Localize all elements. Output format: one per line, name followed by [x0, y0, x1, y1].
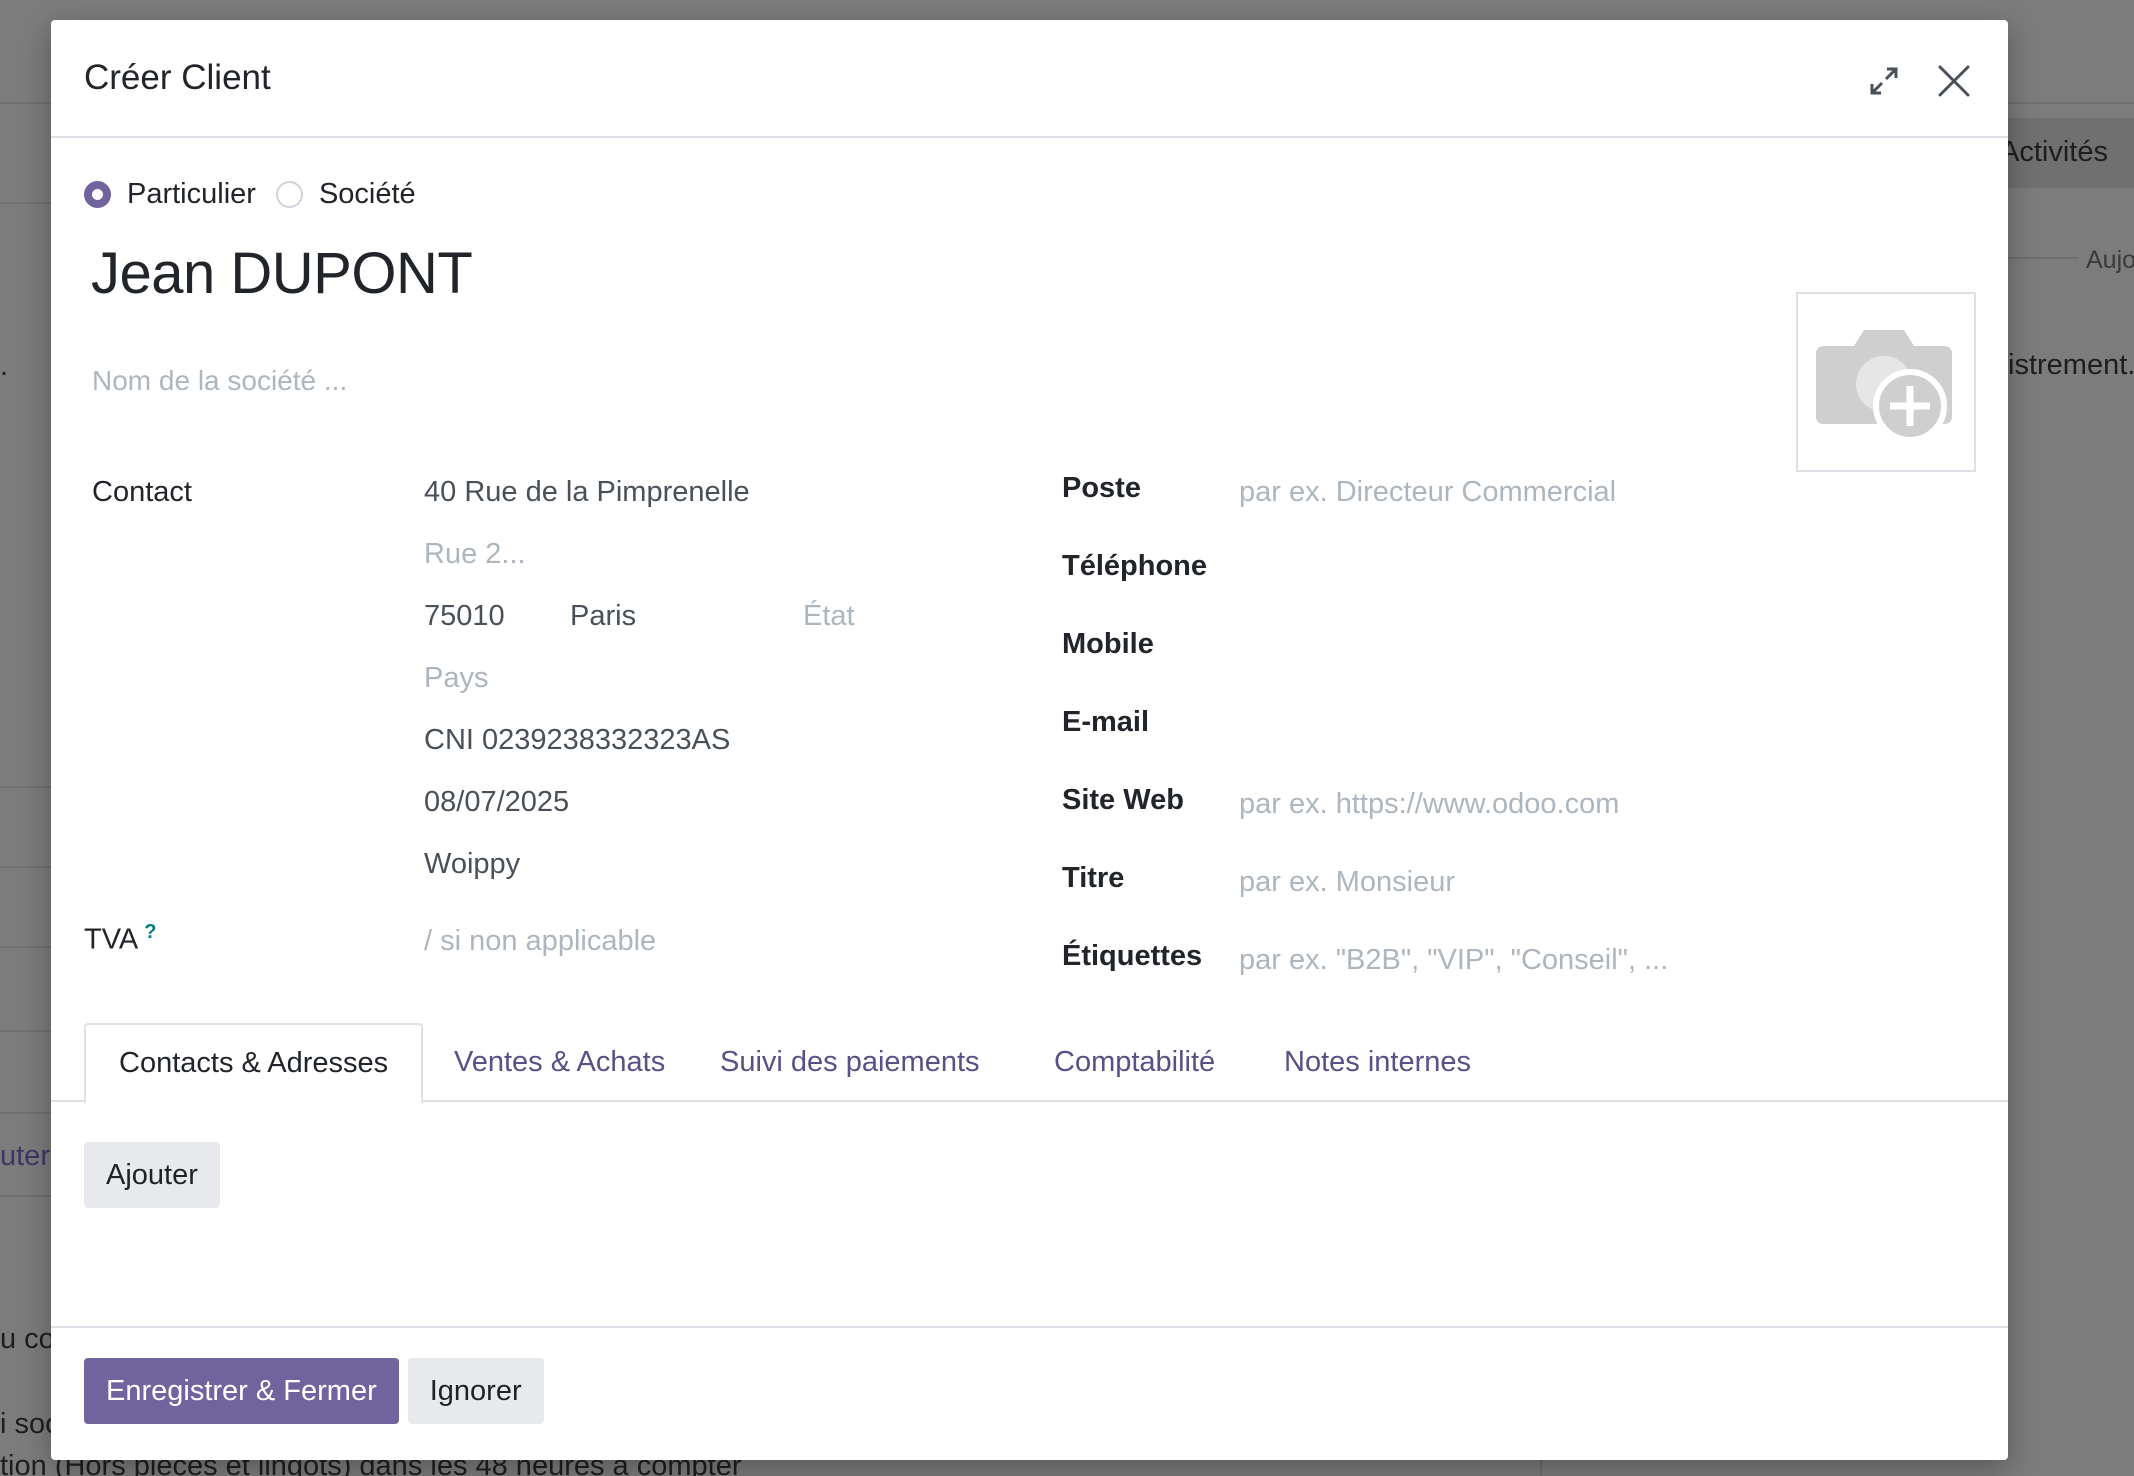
bg-divider — [0, 946, 51, 948]
tab-contacts-addresses[interactable]: Contacts & Adresses — [84, 1023, 424, 1104]
save-close-button[interactable]: Enregistrer & Fermer — [84, 1358, 399, 1424]
address-extra-place[interactable]: Woippy — [424, 848, 520, 881]
vat-input[interactable]: / si non applicable — [424, 925, 656, 958]
tab-sales-purchases[interactable]: Ventes & Achats — [421, 1023, 698, 1102]
tab-internal-notes[interactable]: Notes internes — [1251, 1023, 1504, 1102]
bg-today-label: Aujo — [2086, 246, 2134, 274]
bg-divider — [0, 202, 51, 204]
bg-text-fragment: istrement. — [2008, 349, 2134, 381]
dialog-title: Créer Client — [84, 58, 271, 97]
create-client-dialog: Créer Client Particulier Société Jean DU… — [51, 20, 2008, 1460]
dialog-header: Créer Client — [51, 20, 2008, 138]
bg-text-fragment: . — [0, 350, 9, 382]
mobile-label: Mobile — [1062, 628, 1154, 660]
website-input[interactable]: par ex. https://www.odoo.com — [1239, 788, 1619, 821]
avatar-upload[interactable] — [1796, 292, 1976, 472]
website-label: Site Web — [1062, 784, 1184, 816]
radio-particulier[interactable] — [84, 181, 111, 208]
expand-button[interactable] — [1863, 60, 1905, 102]
bg-divider — [0, 866, 51, 868]
company-name-input[interactable]: Nom de la société ... — [92, 365, 347, 397]
radio-label-particulier[interactable]: Particulier — [127, 178, 256, 211]
phone-label: Téléphone — [1062, 550, 1208, 582]
bg-divider — [0, 102, 51, 104]
street-input[interactable]: 40 Rue de la Pimprenelle — [424, 476, 750, 509]
tab-payment-follow-up[interactable]: Suivi des paiements — [687, 1023, 1013, 1102]
close-icon — [1938, 65, 1970, 97]
radio-societe[interactable] — [275, 181, 303, 208]
email-label: E-mail — [1062, 706, 1150, 738]
vat-label: TVA? — [84, 921, 156, 957]
dialog-header-actions — [1863, 60, 1975, 102]
notebook-tabs: Contacts & Adresses Ventes & Achats Suiv… — [51, 1023, 2008, 1104]
close-button[interactable] — [1933, 60, 1975, 102]
discard-button[interactable]: Ignorer — [407, 1358, 544, 1424]
bg-divider — [0, 1195, 51, 1197]
country-select[interactable]: Pays — [424, 662, 488, 695]
company-type-selector: Particulier Société — [84, 178, 436, 211]
contact-address-label: Contact — [92, 476, 192, 508]
tags-label: Étiquettes — [1062, 940, 1203, 972]
partner-name-input[interactable]: Jean DUPONT — [91, 240, 473, 307]
add-contact-button[interactable]: Ajouter — [84, 1142, 220, 1208]
tags-input[interactable]: par ex. "B2B", "VIP", "Conseil", ... — [1239, 944, 1668, 977]
city-input[interactable]: Paris — [570, 600, 636, 633]
dialog-footer: Enregistrer & Fermer Ignorer — [51, 1326, 2008, 1460]
bg-divider — [0, 1112, 51, 1114]
street2-input[interactable]: Rue 2... — [424, 538, 526, 571]
bg-divider — [2008, 102, 2134, 104]
bg-activites-label: Activités — [2000, 136, 2108, 168]
address-extra-date[interactable]: 08/07/2025 — [424, 786, 569, 819]
bg-add-link: uter — [0, 1140, 50, 1172]
camera-plus-icon — [1816, 330, 1952, 443]
function-label: Poste — [1062, 472, 1141, 504]
zip-input[interactable]: 75010 — [424, 600, 505, 633]
bg-divider — [2008, 257, 2078, 259]
state-select[interactable]: État — [803, 600, 855, 633]
expand-icon — [1870, 67, 1898, 95]
dialog-body: Particulier Société Jean DUPONT Nom de l… — [51, 140, 2008, 1326]
title-label: Titre — [1062, 862, 1125, 894]
vat-help-icon[interactable]: ? — [144, 921, 156, 943]
address-extra-id[interactable]: CNI 0239238332323AS — [424, 724, 730, 757]
radio-label-societe[interactable]: Société — [319, 178, 416, 211]
bg-divider — [0, 1030, 51, 1032]
bg-divider — [0, 786, 51, 788]
title-select[interactable]: par ex. Monsieur — [1239, 866, 1455, 899]
vat-label-text: TVA — [84, 923, 139, 956]
tab-accounting[interactable]: Comptabilité — [1021, 1023, 1248, 1102]
function-input[interactable]: par ex. Directeur Commercial — [1239, 476, 1616, 509]
